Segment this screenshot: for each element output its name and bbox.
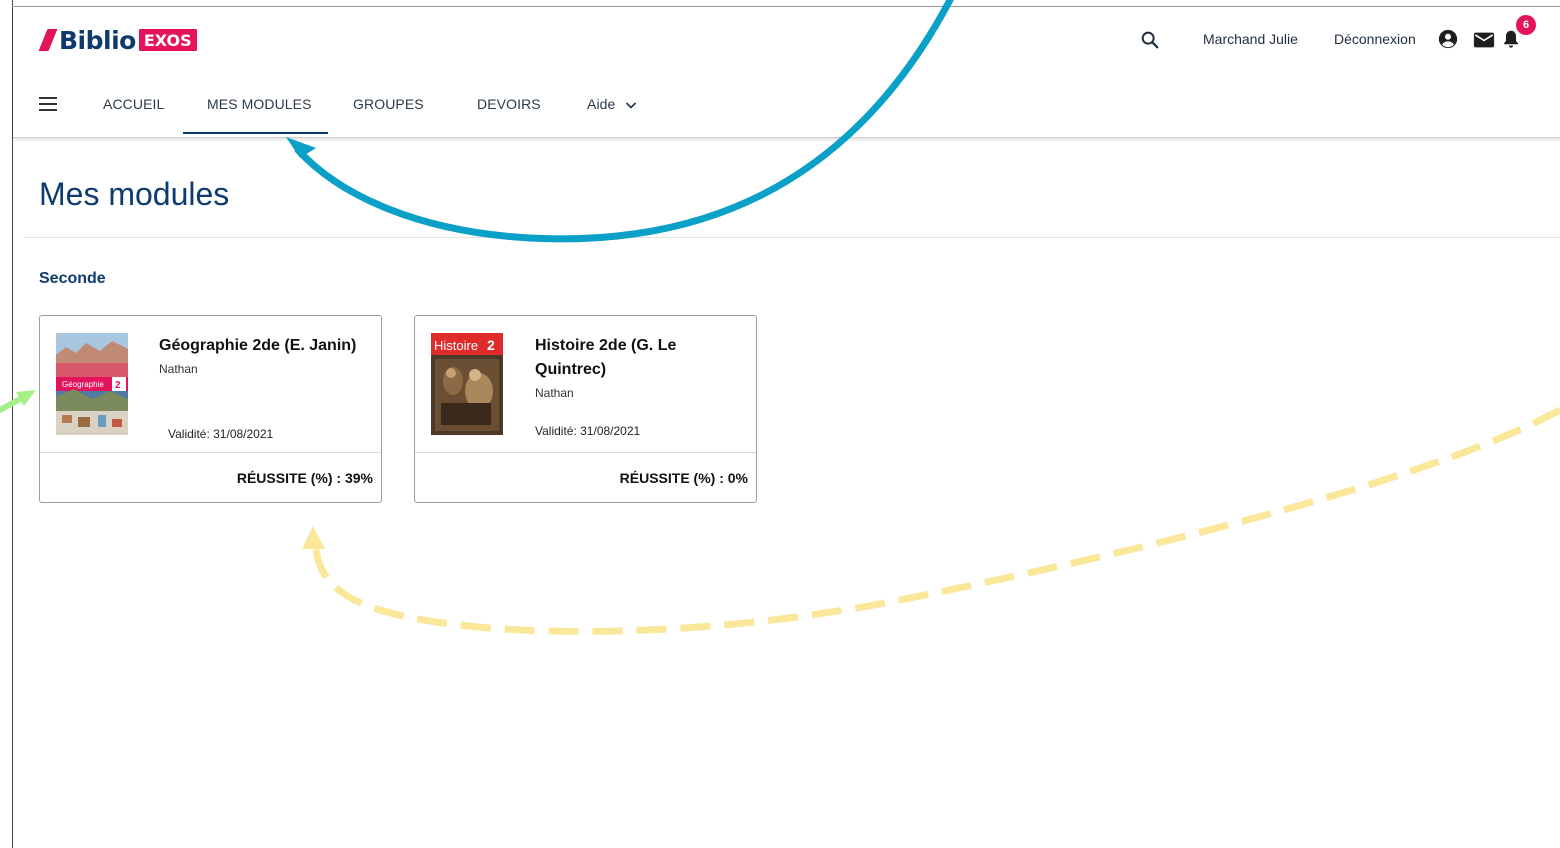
module-title-text: Histoire 2de (G. Le Quintrec) xyxy=(535,337,677,378)
card-divider xyxy=(40,452,381,453)
nav-aide-label: Aide xyxy=(587,96,616,112)
module-card-geographie[interactable]: Géographie 2 Géographie 2de (E. Janin) N… xyxy=(39,315,382,503)
nav-tab-mes-modules[interactable]: MES MODULES xyxy=(207,96,312,112)
section-title-seconde: Seconde xyxy=(39,270,106,287)
nav-tab-devoirs[interactable]: DEVOIRS xyxy=(477,96,541,112)
blue-arrow-head xyxy=(286,137,316,158)
card-divider xyxy=(415,452,756,453)
module-validity: Validité: 31/08/2021 xyxy=(168,427,274,441)
green-annotation-arrow xyxy=(0,395,25,413)
svg-text:2: 2 xyxy=(115,380,121,391)
nav-tab-groupes[interactable]: GROUPES xyxy=(353,96,424,112)
cover-title-text: Géographie xyxy=(62,380,104,389)
logo-badge: EXOS xyxy=(138,29,197,51)
nav-active-indicator xyxy=(183,132,328,134)
title-divider xyxy=(23,237,1560,238)
module-score: RÉUSSITE (%) : 0% xyxy=(619,470,748,486)
search-icon[interactable] xyxy=(1139,29,1161,51)
book-cover-geographie: Géographie 2 xyxy=(56,333,128,435)
module-publisher: Nathan xyxy=(535,386,574,400)
module-score: RÉUSSITE (%) : 39% xyxy=(236,470,373,486)
cover-title-text: Histoire xyxy=(434,338,478,353)
svg-text:2: 2 xyxy=(487,337,495,353)
account-icon[interactable] xyxy=(1437,28,1459,50)
logo-slash-mark xyxy=(38,29,58,51)
hamburger-menu-icon[interactable] xyxy=(39,97,57,111)
app-header: Biblio EXOS Marchand Julie Déconnexion 6… xyxy=(13,7,1560,138)
module-card-histoire[interactable]: Histoire 2 Histoire 2de (G. Le Quintrec)… xyxy=(414,315,757,503)
yellow-arrow-head xyxy=(302,526,325,549)
mail-icon[interactable] xyxy=(1473,31,1495,49)
biblio-exos-logo[interactable]: Biblio EXOS xyxy=(37,25,197,55)
logout-link[interactable]: Déconnexion xyxy=(1334,31,1416,47)
nav-tab-accueil[interactable]: ACCUEIL xyxy=(103,96,164,112)
user-name[interactable]: Marchand Julie xyxy=(1203,31,1298,47)
module-title[interactable]: Géographie 2de (E. Janin) Nathan xyxy=(159,334,369,378)
module-publisher: Nathan xyxy=(159,362,198,376)
chevron-down-icon xyxy=(626,102,637,110)
page-title: Mes modules xyxy=(39,176,230,212)
book-cover-histoire: Histoire 2 xyxy=(431,333,503,435)
module-validity: Validité: 31/08/2021 xyxy=(535,424,641,438)
module-title-text: Géographie 2de (E. Janin) xyxy=(159,337,357,354)
nav-menu-aide[interactable]: Aide xyxy=(587,96,637,112)
notification-count-badge: 6 xyxy=(1516,15,1536,35)
module-title[interactable]: Histoire 2de (G. Le Quintrec) Nathan xyxy=(535,334,745,402)
logo-text: Biblio xyxy=(59,25,136,55)
green-arrow-head xyxy=(16,390,36,406)
